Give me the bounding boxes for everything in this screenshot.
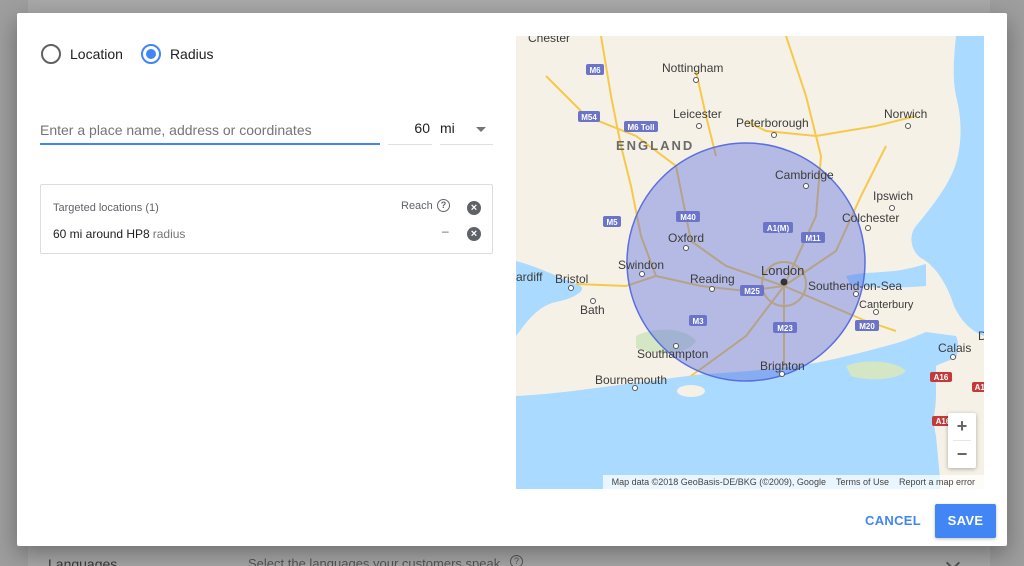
map-label-reading: Reading xyxy=(690,272,735,286)
radius-distance-field[interactable]: 60 xyxy=(388,117,432,145)
map-label-southend: Southend-on-Sea xyxy=(808,279,902,293)
radio-location-label[interactable]: Location xyxy=(70,46,123,62)
targeted-location-name: 60 mi around HP8 xyxy=(53,227,150,241)
radio-location[interactable] xyxy=(41,44,61,64)
road-shield: M11 xyxy=(805,234,821,243)
targeted-location-type: radius xyxy=(152,227,186,241)
zoom-out-button[interactable]: − xyxy=(948,441,976,468)
cancel-button[interactable]: CANCEL xyxy=(858,505,928,537)
targeted-locations-panel: Targeted locations (1) Reach ? × 60 mi a… xyxy=(40,184,493,254)
help-icon: ? xyxy=(510,555,523,566)
map-label-cambridge: Cambridge xyxy=(775,168,834,182)
road-shield: M6 Toll xyxy=(628,123,655,132)
map-label-london: London xyxy=(761,263,804,278)
map-label-ipswich: Ipswich xyxy=(873,189,913,203)
targeted-location-reach: – xyxy=(442,224,449,238)
map-label-edge: D xyxy=(978,329,984,343)
map-attribution: Map data ©2018 GeoBasis-DE/BKG (©2009), … xyxy=(602,475,984,489)
terms-of-use-link[interactable]: Terms of Use xyxy=(836,477,889,487)
targeted-locations-title: Targeted locations (1) xyxy=(53,202,159,214)
road-shield: M3 xyxy=(692,317,704,326)
map-label-bournemouth: Bournemouth xyxy=(595,373,667,387)
map-label-bath: Bath xyxy=(580,303,605,317)
map-view[interactable]: Chester Nottingham Leicester Peterboroug… xyxy=(516,36,984,489)
targeted-location-item: 60 mi around HP8 radius xyxy=(53,227,185,241)
languages-row: Languages Select the languages your cust… xyxy=(28,546,990,566)
map-label-oxford: Oxford xyxy=(668,231,704,245)
map-canvas: Chester Nottingham Leicester Peterboroug… xyxy=(516,36,984,489)
save-button[interactable]: SAVE xyxy=(935,504,996,538)
map-zoom-controls: + − xyxy=(948,413,976,468)
radio-radius[interactable] xyxy=(140,44,161,64)
map-label-canterbury: Canterbury xyxy=(859,299,914,311)
chevron-down-icon xyxy=(945,555,961,566)
map-label-peterborough: Peterborough xyxy=(736,116,809,130)
languages-hint: Select the languages your customers spea… xyxy=(248,556,504,566)
remove-location-icon[interactable]: × xyxy=(467,227,481,241)
isle-of-wight xyxy=(677,385,705,397)
radio-radius-label[interactable]: Radius xyxy=(170,46,214,62)
road-shield: M25 xyxy=(744,287,760,296)
location-mode-group: Location Radius xyxy=(41,44,214,64)
dropdown-arrow-icon xyxy=(476,127,486,132)
road-shield: A16 xyxy=(934,373,949,382)
location-dialog: Location Radius 60 mi Targeted locations… xyxy=(17,13,1007,546)
remove-all-icon[interactable]: × xyxy=(467,201,481,215)
road-shield: M6 xyxy=(589,66,601,75)
road-shield: A1(M) xyxy=(767,224,790,233)
map-label-calais: Calais xyxy=(938,341,971,355)
map-label-chester: Chester xyxy=(528,36,570,45)
radius-distance-value: 60 xyxy=(414,120,430,136)
help-icon[interactable]: ? xyxy=(437,199,450,212)
road-shield: M20 xyxy=(859,322,875,331)
map-label-colchester: Colchester xyxy=(842,211,899,225)
reach-label: Reach xyxy=(401,200,433,212)
map-label-bristol: Bristol xyxy=(555,272,588,286)
languages-label: Languages xyxy=(48,556,118,566)
map-label-swindon: Swindon xyxy=(618,258,664,272)
place-search-input[interactable] xyxy=(40,117,380,145)
road-shield: M40 xyxy=(680,213,696,222)
radius-unit-select[interactable]: mi xyxy=(440,117,493,145)
road-shield: A16 xyxy=(975,383,984,392)
map-label-southampton: Southampton xyxy=(637,347,708,361)
map-label-nottingham: Nottingham xyxy=(662,61,723,75)
map-label-cardiff: ardiff xyxy=(516,270,543,284)
map-label-brighton: Brighton xyxy=(760,359,805,373)
map-label-norwich: Norwich xyxy=(884,107,927,121)
road-shield: M54 xyxy=(581,113,597,122)
report-map-error-link[interactable]: Report a map error xyxy=(899,477,975,487)
road-shield: M23 xyxy=(777,324,793,333)
map-data-credit: Map data ©2018 GeoBasis-DE/BKG (©2009), … xyxy=(611,477,826,487)
london-marker xyxy=(780,278,788,286)
road-shield: M5 xyxy=(606,218,618,227)
map-label-england: ENGLAND xyxy=(616,138,694,153)
map-label-leicester: Leicester xyxy=(673,107,722,121)
radius-unit-value: mi xyxy=(440,120,455,136)
zoom-in-button[interactable]: + xyxy=(948,413,976,440)
